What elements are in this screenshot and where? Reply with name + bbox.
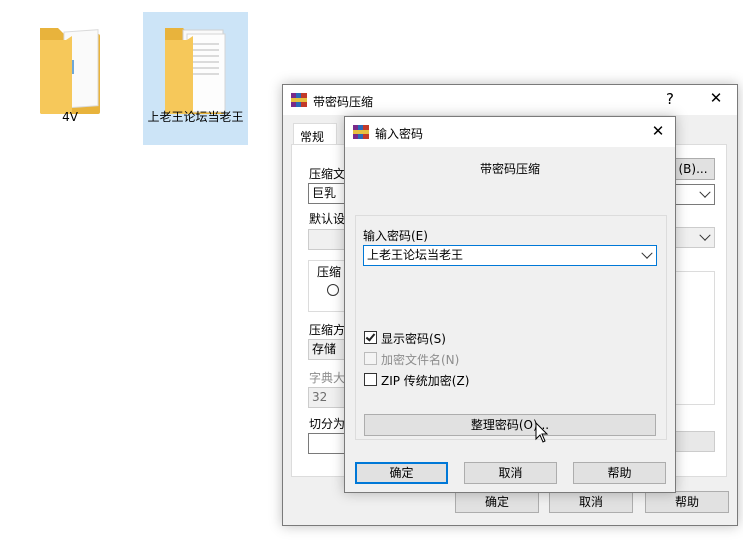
help-caption-button[interactable]: ? (655, 90, 685, 108)
compression-method-field[interactable]: 存储 (308, 339, 348, 360)
cancel-button[interactable]: 取消 (549, 491, 633, 513)
password-dialog-heading: 带密码压缩 (479, 162, 540, 176)
checkbox-disabled[interactable] (364, 352, 377, 365)
archive-format-label: 压缩 (317, 265, 342, 279)
password-dialog: 输入密码 ✕ 带密码压缩 输入密码(E) 上老王论坛当老王 显示密码(S) 加密… (344, 116, 676, 493)
chevron-down-icon[interactable] (699, 229, 711, 241)
dictionary-size-field[interactable]: 32 (308, 387, 348, 408)
desktop-folder-laowang[interactable]: 上老王论坛当老王 (143, 12, 248, 145)
tab-general-label: 常规 (300, 130, 325, 144)
chevron-down-icon[interactable] (641, 247, 653, 259)
tab-general[interactable]: 常规 (293, 123, 337, 145)
password-label: 输入密码(E) (363, 229, 428, 243)
archiving-options-group (671, 271, 715, 405)
split-volumes-label: 切分为 (309, 417, 346, 431)
archive-name-field[interactable]: 巨乳 (308, 183, 348, 204)
update-mode-combo-end[interactable] (671, 227, 715, 248)
archive-name-label: 压缩文 (309, 167, 346, 181)
help-button[interactable]: 帮助 (573, 462, 666, 484)
organize-passwords-button[interactable]: 整理密码(O)... (364, 414, 656, 436)
default-settings-label: 默认设 (309, 212, 346, 226)
password-dialog-titlebar: 输入密码 ✕ (345, 117, 675, 147)
parameters-field-end[interactable] (671, 431, 715, 452)
format-radio[interactable] (327, 284, 339, 296)
folder-icon (40, 28, 100, 114)
compression-method-label: 压缩方 (309, 323, 346, 337)
winrar-icon (353, 125, 369, 139)
dictionary-size-label: 字典大 (309, 371, 346, 385)
chevron-down-icon[interactable] (699, 186, 711, 198)
help-button[interactable]: 帮助 (645, 491, 729, 513)
check-icon (365, 331, 376, 342)
archive-dialog-titlebar: 带密码压缩 ? ✕ (283, 85, 737, 115)
zip-legacy-encryption-label: ZIP 传统加密(Z) (381, 374, 470, 388)
password-input[interactable]: 上老王论坛当老王 (363, 245, 657, 266)
ok-button[interactable]: 确定 (355, 462, 448, 484)
folder-label: 上老王论坛当老王 (147, 110, 244, 124)
folder-icon (165, 28, 226, 114)
cancel-button[interactable]: 取消 (464, 462, 557, 484)
password-dialog-title: 输入密码 (375, 127, 424, 141)
folder-label: 4V (62, 110, 78, 124)
desktop-folder-4v[interactable]: 4V (22, 10, 118, 132)
winrar-icon (291, 93, 307, 107)
mouse-cursor-icon (535, 422, 549, 443)
close-icon[interactable]: ✕ (643, 122, 673, 140)
split-volumes-field[interactable] (308, 433, 348, 454)
archive-name-combo-end[interactable] (671, 184, 715, 205)
close-icon[interactable]: ✕ (701, 89, 731, 107)
checkbox-unchecked[interactable] (364, 373, 377, 386)
profiles-field[interactable] (308, 229, 348, 250)
checkbox-checked[interactable] (364, 331, 377, 344)
archive-dialog-title: 带密码压缩 (313, 95, 374, 109)
ok-button[interactable]: 确定 (455, 491, 539, 513)
show-password-label: 显示密码(S) (381, 332, 446, 346)
browse-button[interactable]: (B)... (671, 158, 715, 180)
encrypt-filenames-label: 加密文件名(N) (381, 353, 460, 367)
